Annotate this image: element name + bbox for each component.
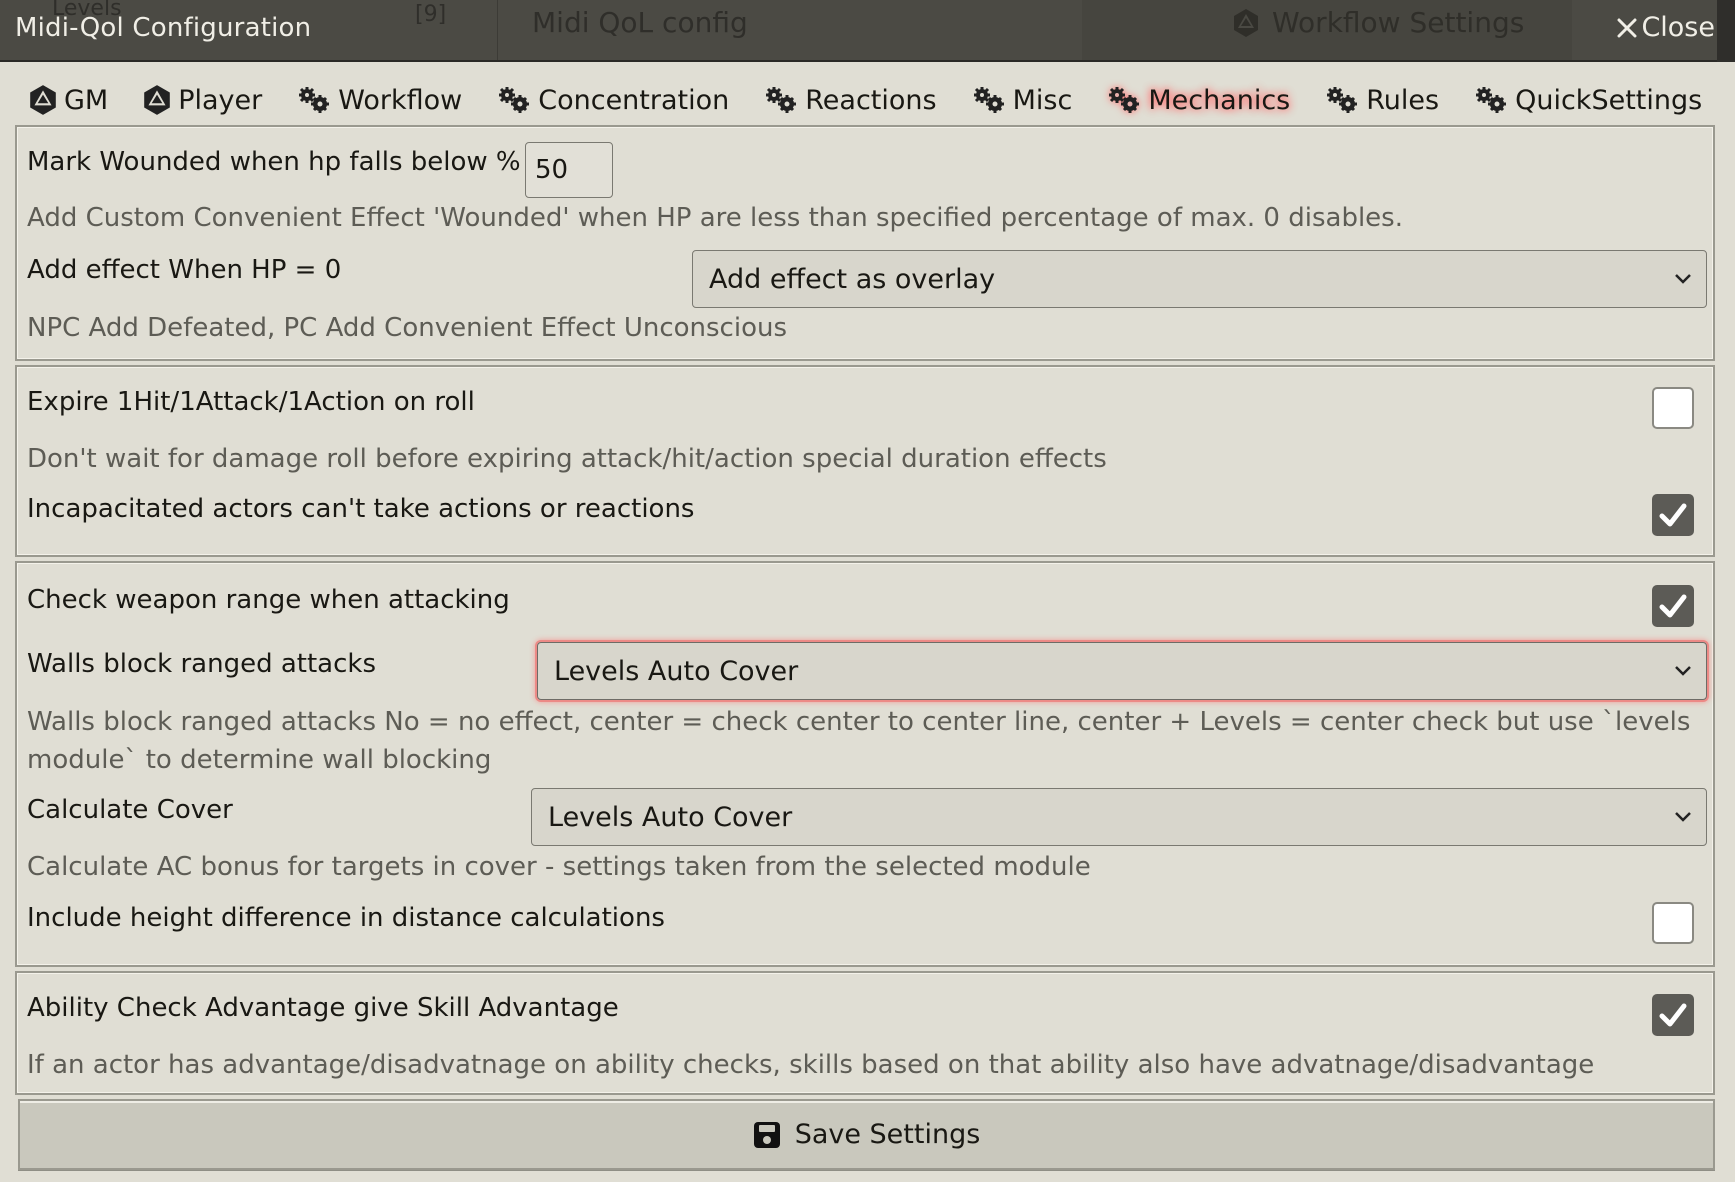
calculate-cover-hint: Calculate AC bonus for targets in cover … [27,852,1091,882]
expiry-settings-group: Expire 1Hit/1Attack/1Action on roll Don'… [15,365,1715,557]
select-value: Levels Auto Cover [548,801,793,833]
tab-label: GM [64,84,109,116]
background-strip [1717,0,1735,62]
cogs-icon [766,87,797,113]
cogs-icon [1476,87,1507,113]
tab-label: Reactions [805,84,937,116]
tab-quicksettings[interactable]: QuickSettings [1473,81,1702,120]
ability-skill-adv-checkbox[interactable] [1652,994,1694,1036]
close-button[interactable]: Close [1617,12,1715,43]
background-count-text: [9] [415,2,447,27]
walls-block-hint-line2: module` to determine wall blocking [27,745,492,775]
tab-label: Player [178,84,263,116]
save-settings-label: Save Settings [794,1119,981,1150]
checkmark-icon [1659,594,1687,618]
background-config-text: Midi QoL config [532,6,748,39]
expire-on-roll-checkbox[interactable] [1652,387,1694,429]
select-value: Levels Auto Cover [554,655,799,687]
check-range-checkbox[interactable] [1652,585,1694,627]
mark-wounded-label: Mark Wounded when hp falls below % [27,147,521,177]
tab-reactions[interactable]: Reactions [763,81,937,120]
height-difference-checkbox[interactable] [1652,902,1694,944]
chevron-down-icon [1675,274,1691,284]
save-settings-button[interactable]: Save Settings [18,1099,1715,1170]
tab-rules[interactable]: Rules [1324,81,1439,120]
walls-block-label: Walls block ranged attacks [27,649,377,679]
background-workflow-text: Workflow Settings [1272,6,1525,39]
walls-block-hint-line1: Walls block ranged attacks No = no effec… [27,707,1691,737]
checkmark-icon [1659,503,1687,527]
ability-skill-adv-hint: If an actor has advantage/disadvatnage o… [27,1050,1595,1080]
expire-on-roll-label: Expire 1Hit/1Attack/1Action on roll [27,387,475,417]
tab-misc[interactable]: Misc [971,81,1073,120]
tab-label: Mechanics [1148,84,1291,116]
mark-wounded-input[interactable] [525,142,613,198]
tab-label: Misc [1012,84,1073,116]
incapacitated-checkbox[interactable] [1652,494,1694,536]
expire-on-roll-hint: Don't wait for damage roll before expiri… [27,444,1107,474]
add-effect-hp0-label: Add effect When HP = 0 [27,255,342,285]
cogs-icon [299,87,330,113]
height-difference-label: Include height difference in distance ca… [27,903,665,933]
cogs-icon [499,87,530,113]
d20-icon [144,85,171,115]
calculate-cover-label: Calculate Cover [27,795,233,825]
d20-icon [30,85,56,115]
tab-mechanics[interactable]: Mechanics [1106,81,1290,120]
window-titlebar[interactable]: Levels [9] Midi QoL config Workflow Sett… [0,0,1735,62]
incapacitated-label: Incapacitated actors can't take actions … [27,494,695,524]
checkmark-icon [1659,1003,1687,1027]
tab-bar: GM Player Workflow Concentration Reactio… [28,76,1735,124]
add-effect-hp0-hint: NPC Add Defeated, PC Add Convenient Effe… [27,313,788,343]
d20-icon [1234,8,1258,37]
tab-player[interactable]: Player [142,80,262,120]
close-label: Close [1641,12,1715,43]
save-icon [753,1121,780,1148]
wounded-settings-group: Mark Wounded when hp falls below % Add C… [15,125,1715,361]
tab-gm[interactable]: GM [28,80,108,120]
walls-block-select[interactable]: Levels Auto Cover [537,642,1707,700]
cogs-icon [1109,87,1140,113]
tab-label: Rules [1366,84,1440,116]
tab-label: QuickSettings [1515,84,1703,116]
calculate-cover-select[interactable]: Levels Auto Cover [531,788,1707,846]
tab-concentration[interactable]: Concentration [496,81,729,120]
check-range-label: Check weapon range when attacking [27,585,510,615]
background-divider [497,0,498,60]
chevron-down-icon [1675,666,1691,676]
window-title: Midi-Qol Configuration [15,13,312,43]
cogs-icon [1327,87,1358,113]
add-effect-hp0-select[interactable]: Add effect as overlay [692,250,1707,308]
cogs-icon [973,87,1004,113]
advantage-settings-group: Ability Check Advantage give Skill Advan… [15,971,1715,1095]
select-value: Add effect as overlay [709,263,996,295]
tab-label: Workflow [338,84,463,116]
background-workflow-settings: Workflow Settings [1232,6,1524,39]
tab-workflow[interactable]: Workflow [296,81,462,120]
mark-wounded-hint: Add Custom Convenient Effect 'Wounded' w… [27,203,1403,233]
close-icon [1617,18,1637,37]
range-cover-settings-group: Check weapon range when attacking Walls … [15,561,1715,967]
chevron-down-icon [1675,812,1691,822]
ability-skill-adv-label: Ability Check Advantage give Skill Advan… [27,993,619,1023]
tab-label: Concentration [538,84,730,116]
